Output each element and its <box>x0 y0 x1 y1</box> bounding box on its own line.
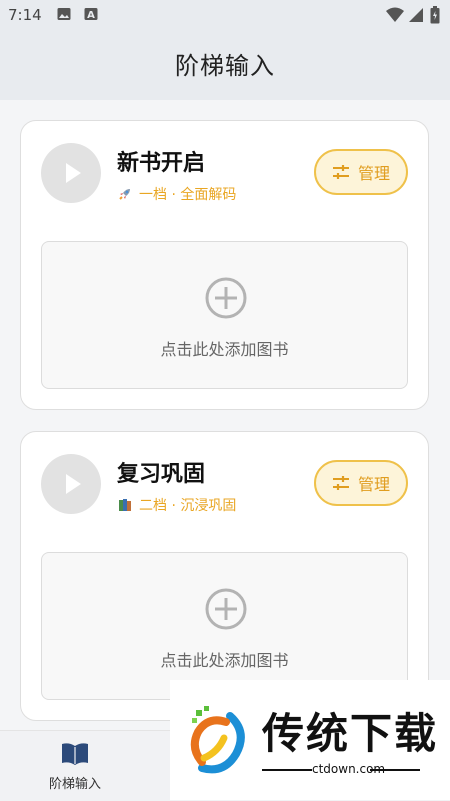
ctdown-logo <box>190 706 245 774</box>
sliders-icon <box>332 476 349 490</box>
add-book-area[interactable]: 点击此处添加图书 <box>41 241 408 389</box>
signal-icon <box>409 8 423 22</box>
add-circle-icon <box>205 588 247 630</box>
status-time: 7:14 <box>8 6 42 24</box>
nav-item-ladder-input[interactable]: 阶梯输入 <box>40 741 110 792</box>
a-icon: A <box>84 8 98 21</box>
watermark-rule-right <box>370 769 420 771</box>
wifi-icon <box>386 7 404 22</box>
sliders-icon <box>332 165 349 179</box>
open-book-icon <box>62 743 88 765</box>
play-icon <box>66 163 81 183</box>
card-subtitle-text: 一档 · 全面解码 <box>139 187 237 203</box>
battery-icon <box>430 6 440 24</box>
book-level-card: 复习巩固 二档 · 沉浸巩固 管理 点击此处添加图书 <box>20 431 429 721</box>
app-bar: 阶梯输入 <box>0 32 450 100</box>
books-icon <box>119 499 131 511</box>
add-book-area[interactable]: 点击此处添加图书 <box>41 552 408 700</box>
play-icon <box>66 474 81 494</box>
card-title: 复习巩固 <box>117 462 206 487</box>
play-button[interactable] <box>41 143 101 203</box>
card-title: 新书开启 <box>117 151 206 176</box>
play-button[interactable] <box>41 454 101 514</box>
page-title: 阶梯输入 <box>175 52 275 80</box>
rocket-icon <box>119 189 130 200</box>
add-circle-icon <box>205 277 247 319</box>
watermark-rule-left <box>262 769 312 771</box>
image-icon <box>57 8 71 20</box>
manage-button[interactable]: 管理 <box>314 149 408 195</box>
manage-label: 管理 <box>357 164 390 183</box>
status-bar: 7:14 A <box>0 0 450 32</box>
add-book-hint: 点击此处添加图书 <box>160 340 289 359</box>
manage-label: 管理 <box>357 475 390 494</box>
watermark-brand: 传统下载 <box>262 709 439 758</box>
card-subtitle: 一档 · 全面解码 <box>117 184 236 204</box>
nav-item-label: 阶梯输入 <box>48 777 101 792</box>
card-subtitle-text: 二档 · 沉浸巩固 <box>139 498 237 514</box>
book-level-card: 新书开启 一档 · 全面解码 管理 点击此处添加图书 <box>20 120 429 410</box>
card-subtitle: 二档 · 沉浸巩固 <box>117 495 236 515</box>
svg-text:A: A <box>87 10 95 21</box>
watermark-overlay: 传统下载 ctdown.com <box>170 680 450 800</box>
manage-button[interactable]: 管理 <box>314 460 408 506</box>
add-book-hint: 点击此处添加图书 <box>160 651 289 670</box>
